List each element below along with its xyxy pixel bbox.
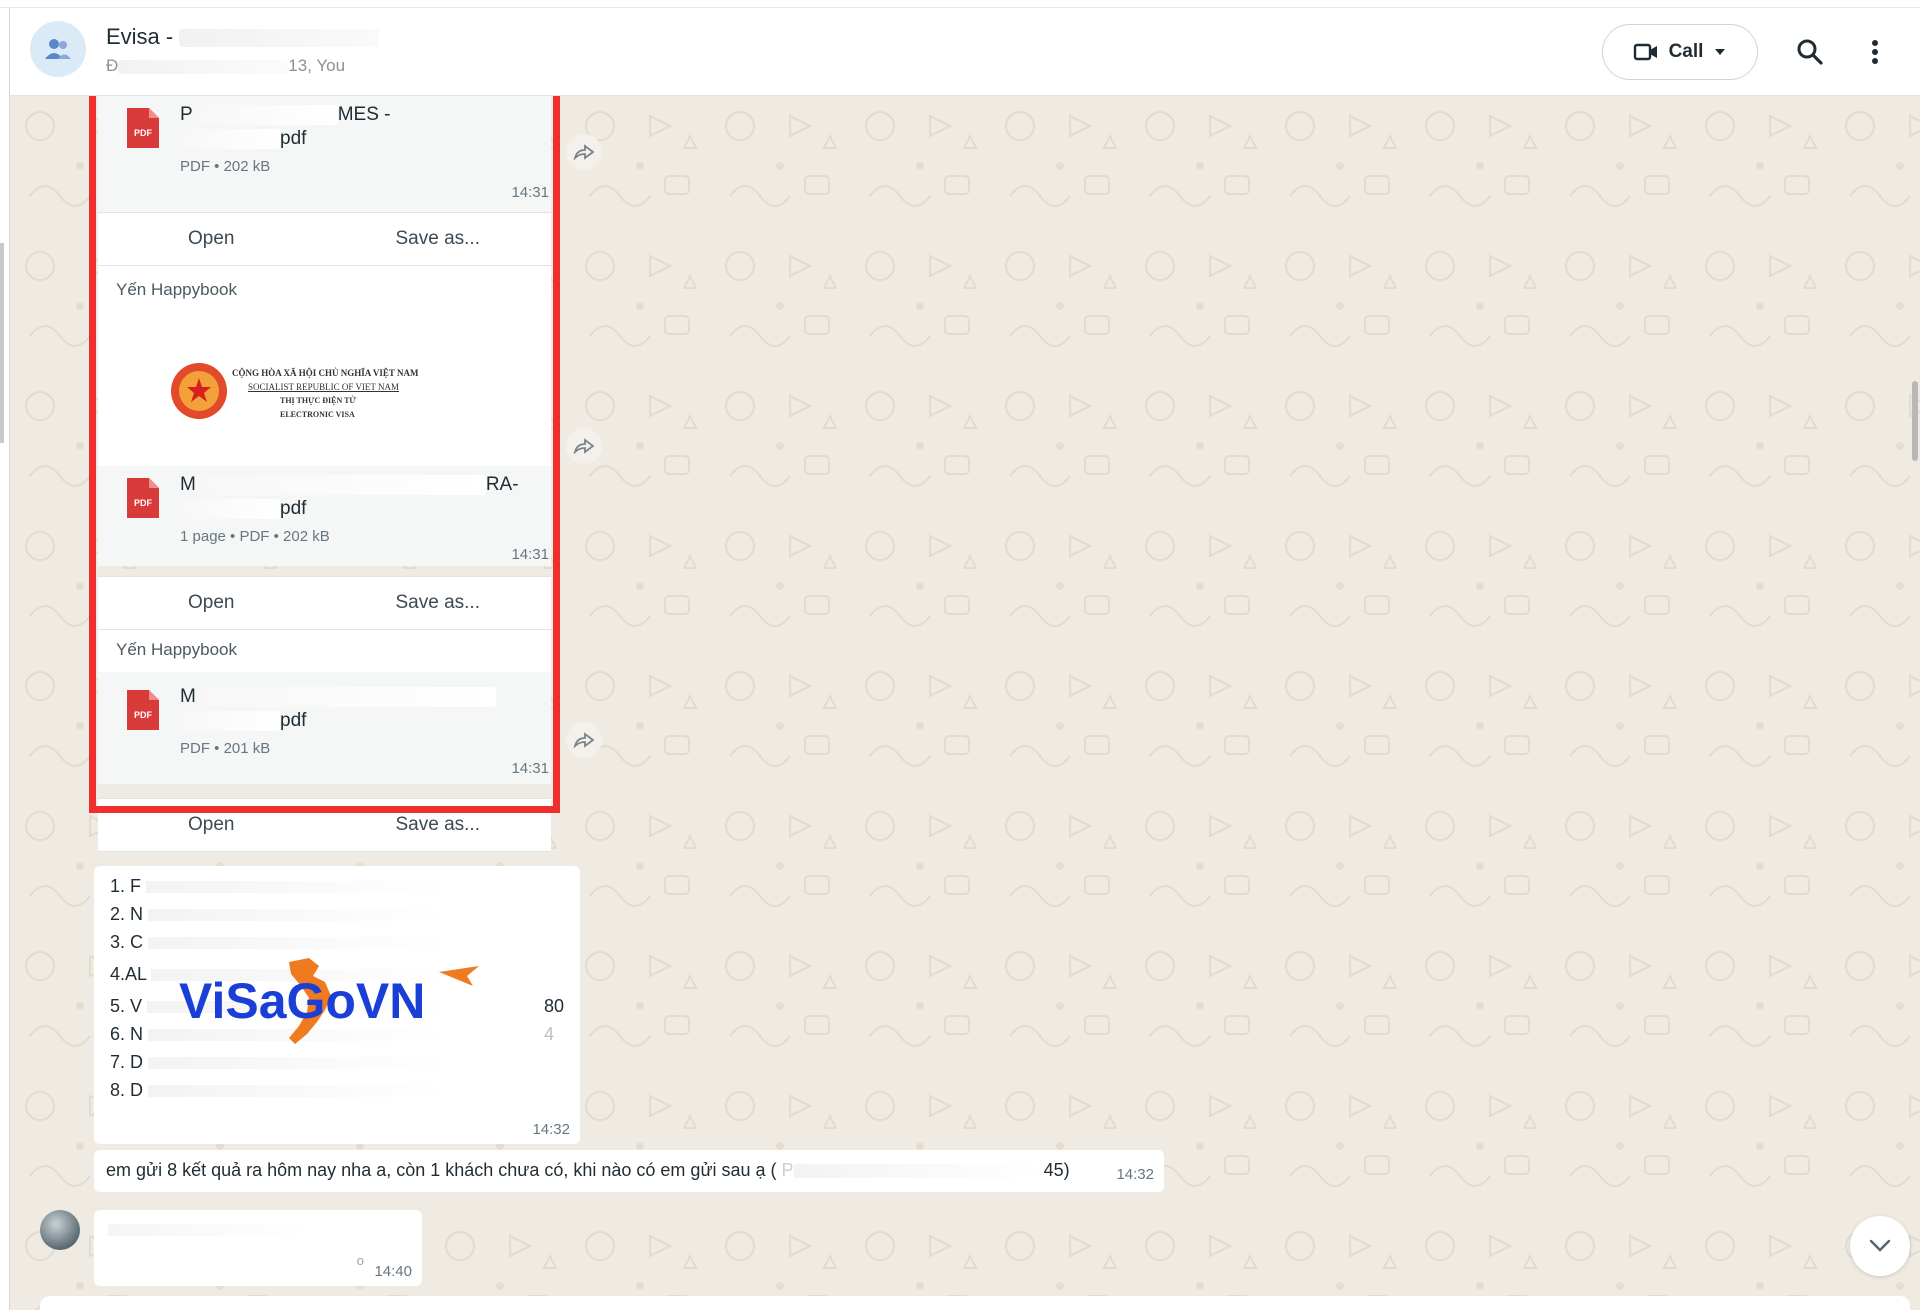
message-time: 14:32	[532, 1121, 570, 1138]
open-button[interactable]: Open	[98, 799, 325, 851]
message-time: 14:40	[374, 1263, 412, 1280]
participants-start: Đ	[106, 56, 119, 75]
file-actions-3: Open Save as...	[98, 798, 551, 852]
file-preview-1: PDF P MES - pdf PDF • 202 kB 14:31	[98, 96, 551, 212]
call-label: Call	[1668, 41, 1704, 62]
list-item: 1. F	[110, 876, 447, 897]
file-name-3: M	[180, 686, 496, 708]
redacted-title	[179, 29, 380, 48]
document-preview[interactable]: CỘNG HÒA XÃ HỘI CHỦ NGHĨA VIỆT NAM SOCIA…	[98, 310, 551, 419]
chat-title-text: Evisa -	[106, 24, 174, 49]
svg-text:ViSaGoVN: ViSaGoVN	[179, 973, 425, 1029]
incoming-message[interactable]: o 14:40	[94, 1210, 422, 1286]
forward-button[interactable]	[566, 722, 602, 758]
sender-name: Yến Happybook	[116, 280, 237, 299]
chat-header: Evisa - Đ 13, You Call	[10, 8, 1920, 96]
pdf-file-icon: PDF	[127, 690, 159, 730]
file-time-3: 14:31	[511, 760, 549, 777]
message-mark: o	[356, 1253, 364, 1268]
scroll-to-bottom-button[interactable]	[1850, 1216, 1910, 1276]
svg-text:PDF: PDF	[134, 710, 153, 720]
more-vertical-icon	[1872, 40, 1878, 64]
forward-icon	[573, 144, 595, 160]
file-time-1: 14:31	[511, 184, 549, 201]
chevron-down-icon	[1715, 49, 1726, 55]
sender-avatar[interactable]	[40, 1210, 80, 1250]
file-name-2: M RA-	[180, 474, 519, 495]
search-icon	[1797, 39, 1823, 65]
text-message[interactable]: em gửi 8 kết quả ra hôm nay nha a, còn 1…	[94, 1150, 1164, 1192]
participants-end: 13, You	[288, 56, 346, 75]
list-item: 2. N	[110, 904, 449, 925]
list-message[interactable]: 1. F 2. N 3. C 4.AL 5. V 6. N 7. D 8. D …	[94, 866, 580, 1144]
message-text: em gửi 8 kết quả ra hôm nay nha a, còn 1…	[106, 1160, 1070, 1180]
svg-text:PDF: PDF	[134, 498, 153, 508]
message-time: 14:32	[1116, 1166, 1154, 1183]
menu-button[interactable]	[1855, 32, 1895, 72]
pdf-file-icon: PDF	[127, 108, 159, 148]
file-preview-3: PDF M pdf PDF • 201 kB 14:31	[98, 672, 551, 784]
chat-participants: Đ 13, You	[106, 56, 345, 76]
left-scroll-indicator	[0, 243, 4, 443]
preview-line-1: CỘNG HÒA XÃ HỘI CHỦ NGHĨA VIỆT NAM	[232, 368, 419, 378]
file-meta-2: 1 page • PDF • 202 kB	[180, 528, 330, 545]
preview-line-3: THỊ THỰC ĐIỆN TỬ	[280, 396, 356, 405]
file-name-3-line2: pdf	[180, 710, 306, 732]
list-item: 7. D	[110, 1052, 449, 1073]
save-as-button[interactable]: Save as...	[325, 577, 552, 629]
file-name-2-line2: pdf	[180, 498, 306, 520]
forward-icon	[573, 438, 595, 454]
preview-line-2: SOCIALIST REPUBLIC OF VIET NAM	[248, 382, 400, 392]
file-name-1-line2: pdf	[180, 128, 306, 150]
open-button[interactable]: Open	[98, 213, 325, 265]
pdf-file-icon: PDF	[127, 478, 159, 518]
file-actions-1: Open Save as...	[98, 212, 551, 266]
chevron-down-icon	[1869, 1239, 1891, 1252]
redacted-participants	[118, 59, 289, 74]
file-message-3[interactable]: Yến Happybook PDF M pdf PDF • 201 kB 14:…	[98, 630, 551, 784]
svg-text:PDF: PDF	[134, 128, 153, 138]
file-actions-2: Open Save as...	[98, 576, 551, 630]
visagovn-logo: ViSaGoVN	[179, 958, 479, 1044]
file-meta-3: PDF • 201 kB	[180, 740, 271, 757]
compose-bar-edge	[40, 1296, 1910, 1310]
chat-title[interactable]: Evisa -	[106, 24, 380, 50]
save-as-button[interactable]: Save as...	[325, 799, 552, 851]
file-message-2[interactable]: Yến Happybook CỘNG HÒA XÃ HỘI CHỦ NGHĨA …	[98, 266, 551, 566]
file-preview-2: PDF M RA- pdf 1 page • PDF • 202 kB 14:31	[98, 466, 551, 566]
emblem-icon	[171, 363, 227, 419]
sender-name: Yến Happybook	[116, 640, 237, 659]
left-panel-edge	[0, 8, 10, 1310]
save-as-button[interactable]: Save as...	[325, 213, 552, 265]
scrollbar-thumb[interactable]	[1912, 381, 1918, 461]
top-strip	[0, 0, 1920, 8]
file-message-1[interactable]: PDF P MES - pdf PDF • 202 kB 14:31	[98, 96, 551, 212]
video-camera-icon	[1633, 43, 1657, 61]
chat-area: PDF P MES - pdf PDF • 202 kB 14:31 Open S…	[10, 96, 1920, 1310]
call-button[interactable]: Call	[1602, 24, 1758, 80]
list-extra-text: 80	[544, 996, 565, 1016]
list-item: 3. C	[110, 932, 449, 953]
file-time-2: 14:31	[511, 546, 549, 563]
forward-button[interactable]	[566, 134, 602, 170]
list-item: 8. D	[110, 1080, 449, 1101]
file-name-1: P MES -	[180, 104, 391, 125]
forward-button[interactable]	[566, 428, 602, 464]
open-button[interactable]: Open	[98, 577, 325, 629]
forward-icon	[573, 732, 595, 748]
preview-line-4: ELECTRONIC VISA	[280, 410, 355, 419]
group-icon	[45, 39, 71, 59]
search-button[interactable]	[1790, 32, 1830, 72]
redacted-text	[108, 1224, 308, 1236]
list-extra-text: 4	[544, 1024, 555, 1044]
group-avatar[interactable]	[30, 21, 86, 77]
file-meta-1: PDF • 202 kB	[180, 158, 271, 175]
